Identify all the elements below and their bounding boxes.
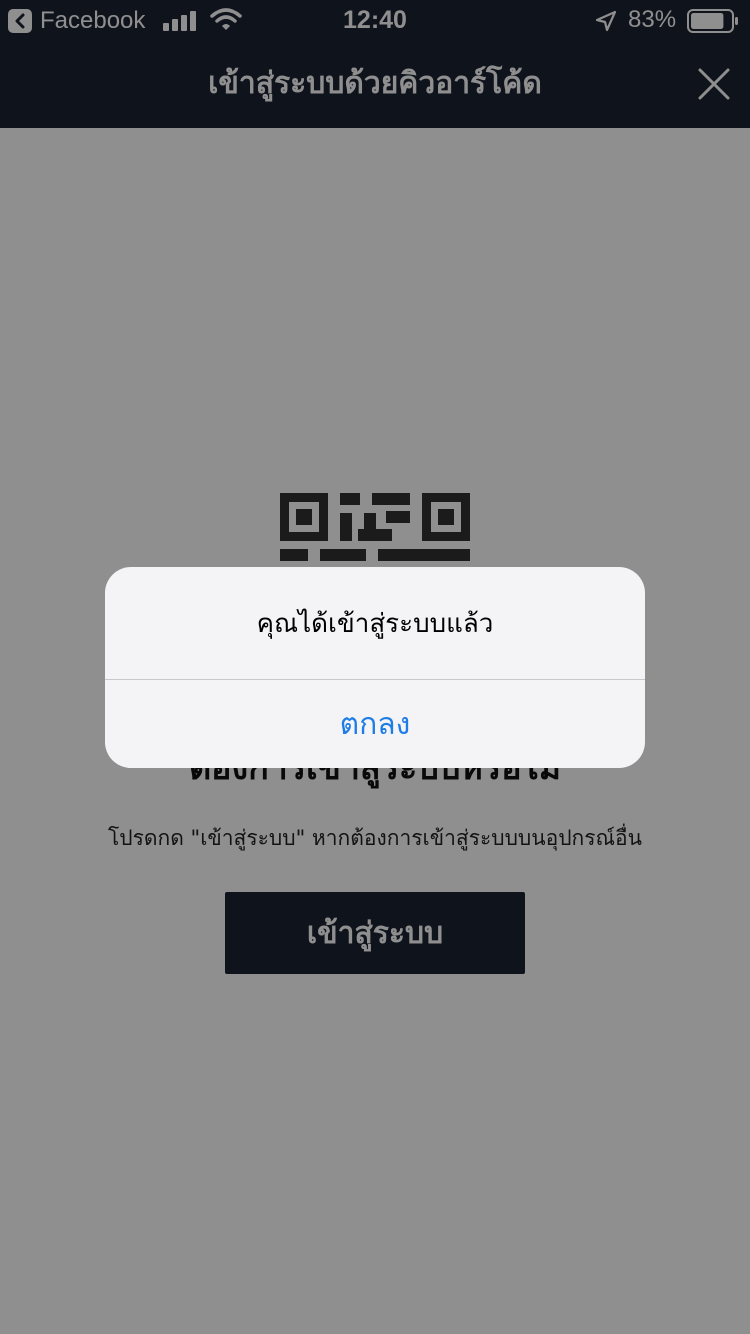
alert-dialog: คุณได้เข้าสู่ระบบแล้ว ตกลง (105, 567, 645, 768)
alert-message: คุณได้เข้าสู่ระบบแล้ว (256, 608, 494, 639)
ok-button[interactable]: ตกลง (105, 680, 645, 768)
